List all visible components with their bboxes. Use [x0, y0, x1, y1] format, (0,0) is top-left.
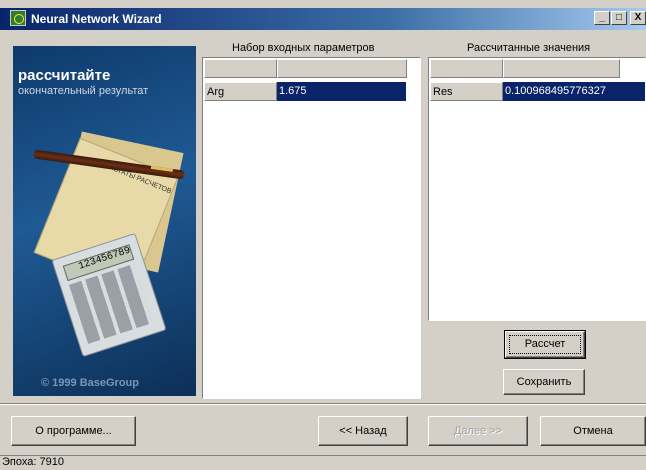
save-button[interactable]: Сохранить — [503, 369, 585, 395]
banner-title: рассчитайте — [18, 67, 111, 84]
input-grid-header-cell — [204, 59, 277, 78]
output-grid-header-cell — [430, 59, 503, 78]
save-button-label: Сохранить — [516, 376, 572, 388]
calculate-button[interactable]: Рассчет — [504, 330, 586, 359]
close-button[interactable]: X — [630, 11, 646, 25]
input-param-value[interactable]: 1.675 — [277, 82, 406, 101]
copyright-watermark: © 1999 BaseGroup — [41, 377, 139, 389]
cancel-button[interactable]: Отмена — [540, 416, 646, 446]
banner-subtitle: окончательный результат — [18, 85, 149, 97]
output-grid[interactable]: Res 0.100968495776327 — [428, 57, 646, 321]
next-button-label: Далее >> — [453, 425, 503, 437]
about-button-label: О программе... — [35, 425, 112, 437]
cancel-button-label: Отмена — [573, 425, 613, 437]
minimize-button[interactable]: _ — [594, 11, 610, 25]
next-button[interactable]: Далее >> — [428, 416, 528, 446]
about-button[interactable]: О программе... — [11, 416, 136, 446]
input-panel-title: Набор входных параметров — [232, 42, 375, 54]
app-icon[interactable] — [10, 10, 26, 26]
maximize-button[interactable]: □ — [611, 11, 627, 25]
footer-divider — [0, 403, 646, 405]
input-grid-header-cell — [277, 59, 407, 78]
output-result-name[interactable]: Res — [430, 82, 503, 101]
banner-image: рассчитайте окончательный результат РЕЗУ… — [13, 46, 196, 396]
epoch-status: Эпоха: 7910 — [2, 456, 64, 468]
calculate-button-label: Рассчет — [509, 335, 581, 354]
window-title: Neural Network Wizard — [31, 12, 162, 26]
output-grid-header-cell — [503, 59, 620, 78]
back-button[interactable]: << Назад — [318, 416, 408, 446]
back-button-label: << Назад — [339, 425, 387, 437]
status-bar: Эпоха: 7910 — [0, 455, 646, 470]
output-panel-title: Рассчитанные значения — [467, 42, 591, 54]
wizard-window: Neural Network Wizard _ □ X рассчитайте … — [0, 0, 646, 470]
output-result-value[interactable]: 0.100968495776327 — [503, 82, 645, 101]
input-param-name[interactable]: Arg — [204, 82, 277, 101]
input-grid[interactable]: Arg 1.675 — [202, 57, 421, 399]
title-bar[interactable]: Neural Network Wizard _ □ X — [0, 8, 646, 30]
